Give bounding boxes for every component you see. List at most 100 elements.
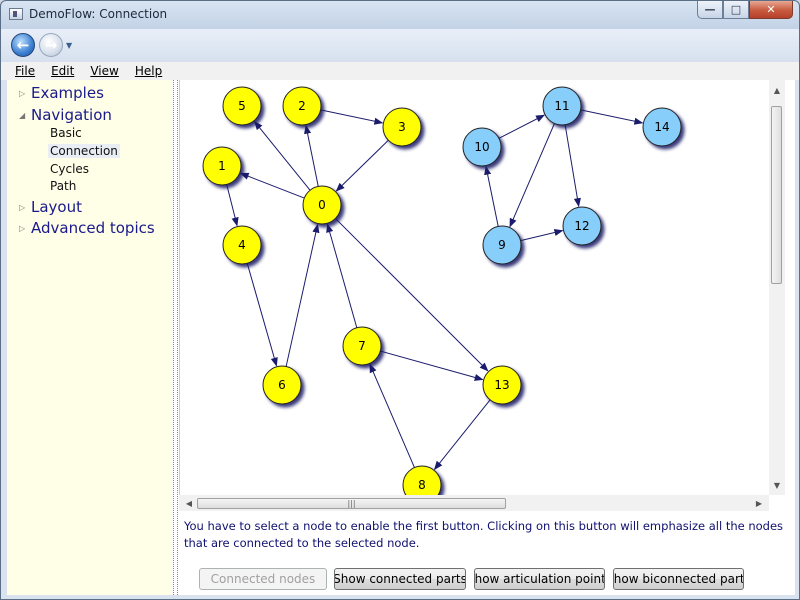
graph-node-9[interactable]: 9: [482, 225, 522, 265]
app-window: DemoFlow: Connection — □ ✕ ← → ▼ File Ed…: [0, 0, 800, 600]
graph-edge-1-4: [226, 184, 239, 227]
graph-edge-8-7: [369, 363, 415, 468]
expanded-arrow-icon[interactable]: ◢: [19, 111, 31, 120]
graph-node-2[interactable]: 2: [282, 86, 322, 126]
scroll-left-arrow-icon[interactable]: ◀: [181, 495, 197, 511]
minimize-icon: —: [704, 3, 716, 16]
tree-item-examples[interactable]: ▷ Examples: [19, 84, 104, 102]
graph-edge-3-0: [335, 139, 389, 192]
vertical-scrollbar[interactable]: ▲ ▼: [769, 80, 785, 495]
navigation-tree: ▷ Examples ◢ Navigation Basic Connection…: [7, 80, 172, 595]
graph-edge-7-13: [380, 350, 484, 381]
minimize-button[interactable]: —: [697, 1, 723, 19]
graph-node-label: 14: [654, 120, 669, 134]
scroll-right-arrow-icon[interactable]: ▶: [751, 495, 767, 511]
graph-node-label: 11: [554, 99, 569, 113]
maximize-button[interactable]: □: [723, 1, 749, 19]
close-button[interactable]: ✕: [749, 1, 793, 19]
graph-node-4[interactable]: 4: [222, 225, 262, 265]
graph-edge-9-10: [484, 165, 499, 227]
graph-edge-2-3: [320, 109, 384, 125]
menu-edit[interactable]: Edit: [41, 64, 80, 78]
graph-edge-0-5: [254, 120, 311, 191]
graph-node-3[interactable]: 3: [382, 107, 422, 147]
graph-edge-0-1: [239, 172, 305, 199]
graph-edge-11-14: [580, 109, 644, 125]
collapsed-arrow-icon[interactable]: ▷: [19, 203, 31, 212]
show-biconnected-parts-button[interactable]: Show biconnected parts: [613, 568, 744, 590]
graph-node-6[interactable]: 6: [262, 365, 302, 405]
navigation-bar: ← → ▼: [1, 29, 799, 62]
tree-item-layout[interactable]: ▷ Layout: [19, 198, 82, 216]
collapsed-arrow-icon[interactable]: ▷: [19, 224, 31, 233]
graph-node-label: 13: [494, 378, 509, 392]
content-area: ▷ Examples ◢ Navigation Basic Connection…: [7, 80, 795, 595]
graph-node-10[interactable]: 10: [462, 127, 502, 167]
menu-file[interactable]: File: [1, 64, 41, 78]
tree-item-advanced-topics[interactable]: ▷ Advanced topics: [19, 219, 155, 237]
graph-node-label: 10: [474, 140, 489, 154]
forward-arrow-icon: →: [44, 36, 58, 54]
window-title: DemoFlow: Connection: [29, 7, 168, 21]
graph-edge-4-6: [246, 263, 278, 367]
tree-item-cycles[interactable]: Cycles: [50, 162, 89, 176]
close-icon: ✕: [766, 3, 776, 16]
scroll-up-arrow-icon[interactable]: ▲: [769, 82, 785, 98]
graph-node-12[interactable]: 12: [562, 206, 602, 246]
menu-help[interactable]: Help: [125, 64, 168, 78]
horizontal-scroll-thumb[interactable]: |||: [197, 498, 506, 509]
graph-edge-0-2: [304, 124, 319, 187]
description-text: You have to select a node to enable the …: [184, 519, 784, 550]
menu-bar: File Edit View Help: [1, 62, 799, 80]
graph-edge-11-12: [564, 124, 581, 208]
tree-item-navigation[interactable]: ◢ Navigation: [19, 106, 112, 124]
graph-node-1[interactable]: 1: [202, 146, 242, 186]
graph-edge-11-9: [509, 123, 555, 228]
graph-node-label: 7: [358, 339, 366, 353]
graph-node-label: 8: [418, 478, 426, 492]
action-buttons: Connected nodes Show connected parts Sho…: [179, 568, 795, 592]
graph-diagram[interactable]: 01234567891011121314: [180, 80, 770, 495]
graph-node-8[interactable]: 8: [402, 465, 442, 495]
graph-node-14[interactable]: 14: [642, 107, 682, 147]
graph-node-5[interactable]: 5: [222, 86, 262, 126]
graph-edge-9-12: [520, 228, 564, 242]
graph-edge-7-0: [326, 223, 358, 328]
panel-splitter[interactable]: [173, 80, 178, 595]
graph-node-label: 0: [318, 198, 326, 212]
graph-node-7[interactable]: 7: [342, 326, 382, 366]
graph-node-label: 9: [498, 238, 506, 252]
scroll-down-arrow-icon[interactable]: ▼: [769, 477, 785, 493]
window-controls: — □ ✕: [697, 1, 793, 21]
graph-node-11[interactable]: 11: [542, 86, 582, 126]
show-articulation-points-button[interactable]: Show articulation points: [474, 568, 605, 590]
graph-node-label: 12: [574, 219, 589, 233]
graph-canvas[interactable]: 0 1 2 3 4 5 6 7 8 9 10 11 12 13 14: [179, 80, 786, 495]
connected-nodes-button[interactable]: Connected nodes: [199, 568, 327, 590]
graph-edge-10-11: [498, 114, 546, 139]
graph-node-label: 3: [398, 120, 406, 134]
vertical-scroll-thumb[interactable]: [771, 106, 782, 284]
show-connected-parts-button[interactable]: Show connected parts: [334, 568, 466, 590]
graph-node-label: 4: [238, 238, 246, 252]
horizontal-scrollbar[interactable]: ◀ ||| ▶: [179, 495, 769, 511]
menu-view[interactable]: View: [80, 64, 124, 78]
tree-item-basic[interactable]: Basic: [50, 126, 82, 140]
graph-node-label: 2: [298, 99, 306, 113]
history-dropdown-icon[interactable]: ▼: [66, 41, 72, 50]
forward-button[interactable]: →: [39, 33, 63, 57]
maximize-icon: □: [730, 3, 742, 16]
graph-edge-6-0: [285, 223, 320, 367]
tree-item-connection[interactable]: Connection: [48, 144, 120, 158]
graph-node-13[interactable]: 13: [482, 365, 522, 405]
graph-node-label: 5: [238, 99, 246, 113]
main-panel: 0 1 2 3 4 5 6 7 8 9 10 11 12 13 14 ▲ ▼ ◀ ||| ▶ You hav…: [179, 80, 795, 595]
collapsed-arrow-icon[interactable]: ▷: [19, 89, 31, 98]
graph-node-0[interactable]: 0: [302, 185, 342, 225]
back-arrow-icon: ←: [16, 36, 30, 54]
title-bar[interactable]: DemoFlow: Connection — □ ✕: [1, 1, 799, 29]
tree-item-path[interactable]: Path: [50, 179, 76, 193]
graph-edge-13-8: [433, 399, 491, 471]
app-icon: [9, 8, 23, 20]
back-button[interactable]: ←: [11, 33, 35, 57]
